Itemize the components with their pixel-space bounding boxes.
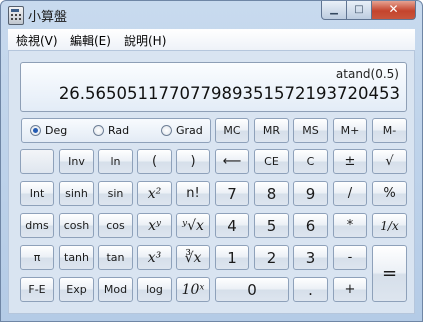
calculator-body: atand(0.5) 26.56505117707798935157219372…	[8, 50, 415, 314]
pi-button[interactable]: π	[20, 245, 54, 270]
blank-key	[20, 149, 54, 174]
digit-0-button[interactable]: 0	[215, 277, 289, 302]
reciprocal-button[interactable]: 1/x	[372, 213, 407, 238]
factorial-button[interactable]: n!	[176, 181, 210, 206]
ln-button[interactable]: ln	[98, 149, 133, 174]
percent-button[interactable]: %	[372, 181, 407, 206]
multiply-button[interactable]: *	[333, 213, 367, 238]
sinh-button[interactable]: sinh	[59, 181, 94, 206]
cos-button[interactable]: cos	[98, 213, 133, 238]
mr-button[interactable]: MR	[254, 118, 289, 143]
calculator-app-icon	[8, 6, 24, 25]
radio-rad-label: Rad	[108, 124, 130, 137]
minimize-button[interactable]: ▁	[321, 1, 347, 20]
decimal-point-button[interactable]: .	[293, 277, 328, 302]
subtract-button[interactable]: -	[333, 245, 367, 270]
dms-button[interactable]: dms	[20, 213, 54, 238]
close-paren-button[interactable]: )	[176, 149, 210, 174]
add-button[interactable]: +	[333, 277, 367, 302]
menu-edit[interactable]: 編輯(E)	[70, 32, 111, 49]
result-readout: 26.565051177077989351572193720453	[58, 84, 400, 103]
digit-4-button[interactable]: 4	[215, 213, 249, 238]
sin-button[interactable]: sin	[98, 181, 133, 206]
window-title: 小算盤	[28, 10, 68, 25]
cube-button[interactable]: x³	[137, 245, 172, 270]
log-button[interactable]: log	[137, 277, 172, 302]
digit-1-button[interactable]: 1	[215, 245, 249, 270]
backspace-button[interactable]: ⟵	[215, 149, 249, 174]
close-button[interactable]: ✕	[372, 1, 416, 20]
ten-power-button[interactable]: 10ˣ	[176, 277, 210, 302]
radio-unselected-icon	[161, 125, 172, 136]
mod-button[interactable]: Mod	[98, 277, 133, 302]
digit-6-button[interactable]: 6	[293, 213, 328, 238]
fe-button[interactable]: F-E	[20, 277, 54, 302]
open-paren-button[interactable]: (	[137, 149, 172, 174]
radio-rad[interactable]: Rad	[93, 124, 129, 137]
menu-help[interactable]: 說明(H)	[124, 32, 166, 49]
clear-button[interactable]: C	[293, 149, 328, 174]
m-minus-button[interactable]: M-	[372, 118, 407, 143]
inv-button[interactable]: Inv	[59, 149, 94, 174]
menu-bar: 檢視(V) 編輯(E) 說明(H)	[8, 29, 415, 51]
power-button[interactable]: xʸ	[137, 213, 172, 238]
tan-button[interactable]: tan	[98, 245, 133, 270]
plus-minus-button[interactable]: ±	[333, 149, 367, 174]
y-root-button[interactable]: ʸ√x	[176, 213, 210, 238]
cosh-button[interactable]: cosh	[59, 213, 94, 238]
mc-button[interactable]: MC	[215, 118, 249, 143]
digit-7-button[interactable]: 7	[215, 181, 249, 206]
square-button[interactable]: x²	[137, 181, 172, 206]
menu-view[interactable]: 檢視(V)	[16, 32, 58, 49]
digit-2-button[interactable]: 2	[254, 245, 289, 270]
radio-unselected-icon	[93, 125, 104, 136]
sqrt-button[interactable]: √	[372, 149, 407, 174]
m-plus-button[interactable]: M+	[333, 118, 367, 143]
divide-button[interactable]: /	[333, 181, 367, 206]
angle-mode-group: Deg Rad Grad	[21, 118, 211, 143]
radio-deg[interactable]: Deg	[30, 124, 67, 137]
digit-9-button[interactable]: 9	[293, 181, 328, 206]
exp-button[interactable]: Exp	[59, 277, 94, 302]
expression-readout: atand(0.5)	[335, 67, 399, 81]
title-bar[interactable]: 小算盤 ▁ □ ✕	[1, 1, 422, 29]
int-button[interactable]: Int	[20, 181, 54, 206]
ms-button[interactable]: MS	[293, 118, 328, 143]
radio-grad[interactable]: Grad	[161, 124, 203, 137]
window-controls: ▁ □ ✕	[321, 1, 416, 20]
digit-3-button[interactable]: 3	[293, 245, 328, 270]
maximize-button[interactable]: □	[347, 1, 372, 20]
ce-button[interactable]: CE	[254, 149, 289, 174]
display-panel: atand(0.5) 26.56505117707798935157219372…	[20, 62, 407, 112]
radio-selected-icon	[30, 125, 41, 136]
calculator-window: 小算盤 ▁ □ ✕ 檢視(V) 編輯(E) 說明(H) atand(0.5) 2…	[0, 0, 423, 322]
digit-5-button[interactable]: 5	[254, 213, 289, 238]
cube-root-button[interactable]: ∛x	[176, 245, 210, 270]
equals-button[interactable]: =	[372, 245, 407, 302]
digit-8-button[interactable]: 8	[254, 181, 289, 206]
radio-grad-label: Grad	[176, 124, 203, 137]
radio-deg-label: Deg	[45, 124, 68, 137]
tanh-button[interactable]: tanh	[59, 245, 94, 270]
